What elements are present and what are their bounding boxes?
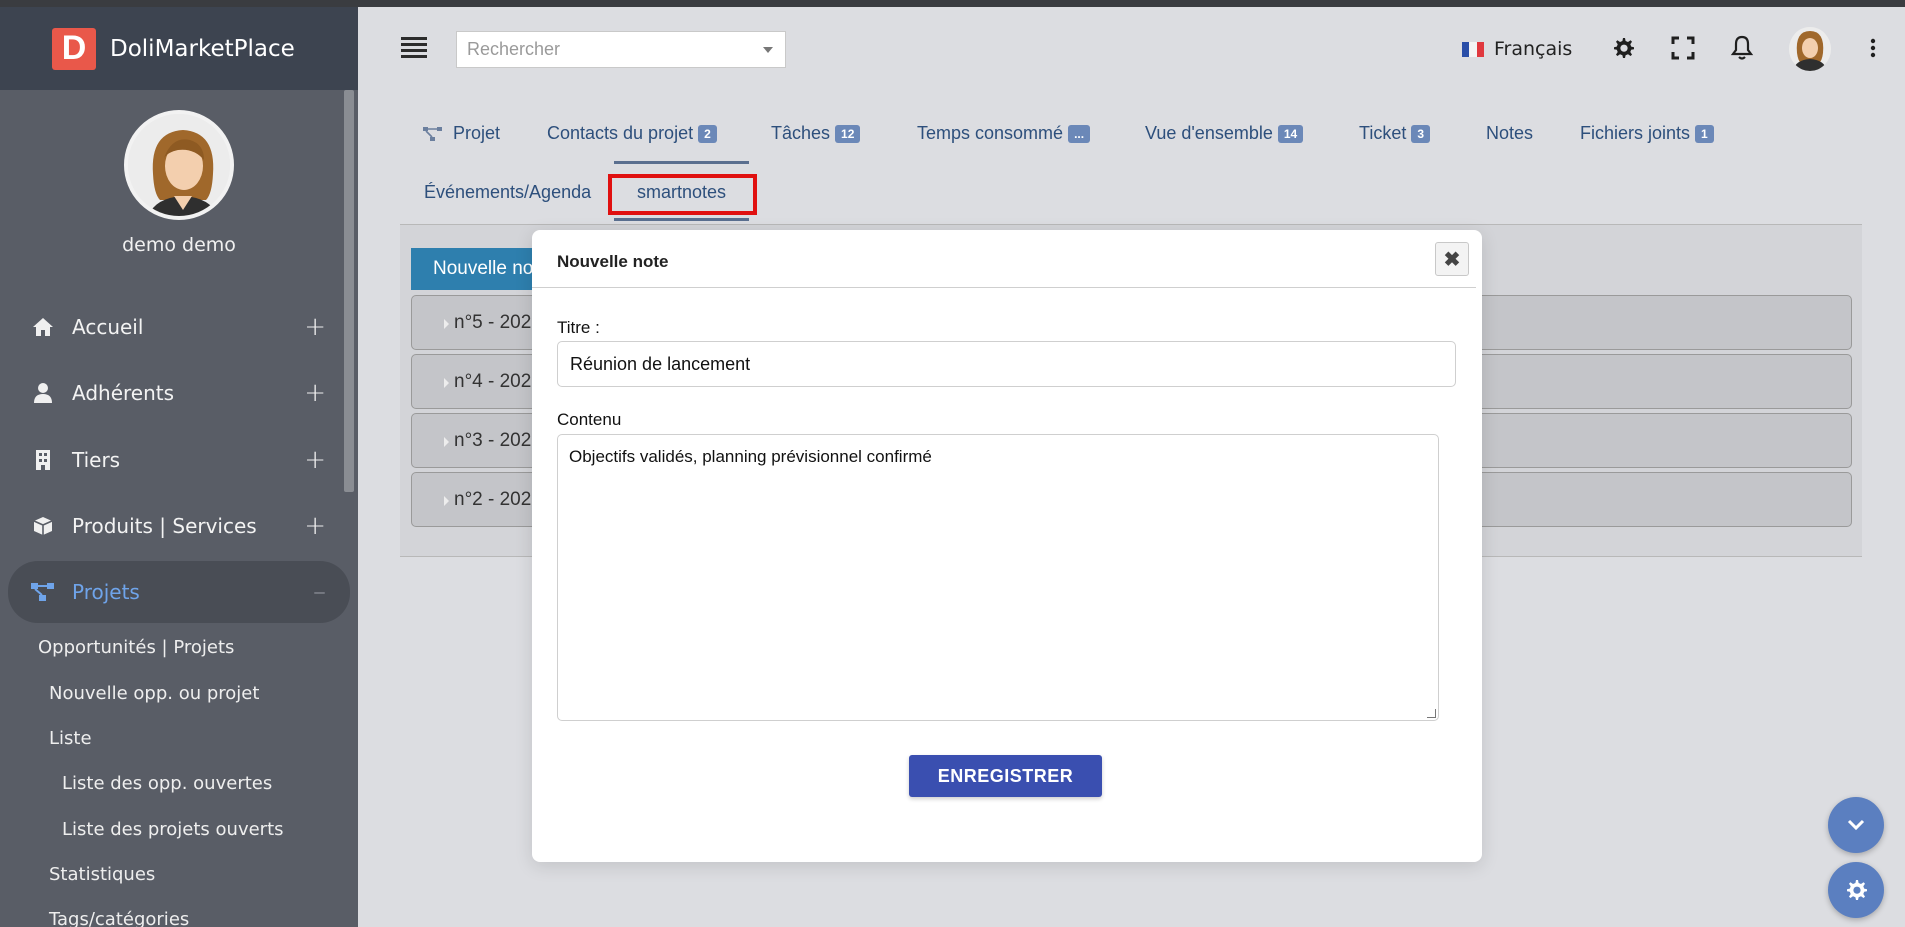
project-icon — [30, 582, 56, 602]
user-icon — [30, 383, 56, 403]
expand-icon[interactable]: + — [304, 312, 326, 342]
window-top-strip — [0, 0, 1905, 7]
content-text: Objectifs validés, planning prévisionnel… — [569, 447, 932, 466]
tab-evenements-agenda[interactable]: Événements/Agenda — [424, 182, 591, 203]
sidebar-item-adherents[interactable]: Adhérents + — [8, 362, 350, 424]
scroll-down-button[interactable] — [1828, 797, 1884, 853]
modal-header: Nouvelle note ✖ — [532, 230, 1476, 288]
settings-fab-button[interactable] — [1828, 862, 1884, 918]
tab-label: Vue d'ensemble — [1145, 123, 1273, 143]
kebab-menu-icon[interactable] — [1858, 33, 1888, 63]
count-badge: 14 — [1277, 124, 1304, 143]
save-button[interactable]: ENREGISTRER — [909, 755, 1102, 797]
content-textarea[interactable]: Objectifs validés, planning prévisionnel… — [557, 434, 1439, 721]
sidebar-subitem-opportunites[interactable]: Opportunités | Projets — [38, 637, 234, 658]
tab-label: Temps consommé — [917, 123, 1064, 143]
count-badge: 2 — [698, 124, 717, 143]
search-input[interactable]: Rechercher — [456, 31, 786, 68]
language-label: Français — [1494, 38, 1573, 60]
project-icon — [423, 126, 443, 142]
tab-notes[interactable]: Notes — [1486, 123, 1533, 144]
tab-vue-ensemble[interactable]: Vue d'ensemble 14 — [1145, 123, 1304, 144]
sidebar-subitem-liste[interactable]: Liste — [49, 728, 92, 749]
fullscreen-icon[interactable] — [1668, 33, 1698, 63]
expand-icon[interactable]: + — [304, 378, 326, 408]
sidebar-item-projets[interactable]: Projets – — [8, 561, 350, 623]
caret-right-icon — [444, 496, 449, 506]
tab-projet[interactable]: Projet — [423, 123, 500, 144]
french-flag-icon — [1462, 41, 1484, 57]
avatar[interactable] — [124, 110, 234, 220]
tab-label: Tâches — [771, 123, 831, 143]
tab-label: Projet — [453, 123, 501, 143]
sidebar-item-tiers[interactable]: Tiers + — [8, 429, 350, 491]
collapse-icon[interactable]: – — [313, 577, 326, 607]
expand-icon[interactable]: + — [304, 511, 326, 541]
tab-label: Fichiers joints — [1580, 123, 1691, 143]
sidebar-subitem-liste-projets-ouverts[interactable]: Liste des projets ouverts — [62, 819, 284, 840]
sidebar-item-label: Adhérents — [72, 381, 175, 405]
sidebar-item-produits-services[interactable]: Produits | Services + — [8, 495, 350, 557]
close-icon[interactable]: ✖ — [1435, 242, 1469, 276]
box-icon — [30, 516, 56, 536]
caret-right-icon — [444, 437, 449, 447]
count-badge: 1 — [1695, 124, 1714, 143]
gear-icon[interactable] — [1608, 33, 1638, 63]
tab-taches[interactable]: Tâches 12 — [771, 123, 861, 144]
tab-underline — [614, 161, 749, 164]
bell-icon[interactable] — [1727, 33, 1757, 63]
chevron-down-icon — [1847, 819, 1865, 831]
sidebar-subitem-liste-opp-ouvertes[interactable]: Liste des opp. ouvertes — [62, 773, 272, 794]
tab-label: Contacts du projet — [547, 123, 694, 143]
caret-right-icon — [444, 319, 449, 329]
note-row-label: n°5 - 202 — [454, 311, 532, 333]
title-field[interactable]: Réunion de lancement — [557, 341, 1456, 387]
count-badge: ... — [1068, 124, 1091, 143]
new-note-button[interactable]: Nouvelle note — [411, 248, 551, 290]
sidebar-item-label: Produits | Services — [72, 514, 257, 538]
sidebar-item-label: Accueil — [72, 315, 144, 339]
content-label: Contenu — [557, 410, 622, 429]
tab-fichiers-joints[interactable]: Fichiers joints 1 — [1580, 123, 1714, 144]
note-row-label: n°4 - 202 — [454, 370, 532, 392]
tab-contacts-du-projet[interactable]: Contacts du projet 2 — [547, 123, 717, 144]
tab-highlight-box — [608, 174, 757, 215]
hamburger-menu-icon[interactable] — [401, 37, 427, 58]
note-row-label: n°2 - 202 — [454, 488, 532, 510]
tab-label: Ticket — [1359, 123, 1407, 143]
user-name: demo demo — [122, 234, 236, 256]
dropdown-caret-icon — [763, 47, 773, 53]
note-row-label: n°3 - 202 — [454, 429, 532, 451]
language-selector[interactable]: Français — [1462, 38, 1572, 60]
tab-active-underline — [614, 218, 749, 221]
tab-ticket[interactable]: Ticket 3 — [1359, 123, 1431, 144]
resize-handle-icon[interactable] — [1427, 709, 1436, 718]
count-badge: 12 — [835, 124, 861, 143]
count-badge: 3 — [1411, 124, 1431, 143]
sidebar-subitem-tags[interactable]: Tags/catégories — [49, 909, 189, 927]
sidebar-subitem-nouvelle-opp[interactable]: Nouvelle opp. ou projet — [49, 683, 259, 704]
tab-label: Notes — [1486, 123, 1534, 143]
brand-name: DoliMarketPlace — [110, 35, 295, 62]
search-placeholder: Rechercher — [467, 39, 561, 59]
tab-label: Événements/Agenda — [424, 182, 592, 202]
expand-icon[interactable]: + — [304, 445, 326, 475]
modal-title: Nouvelle note — [557, 252, 669, 271]
tab-temps-consomme[interactable]: Temps consommé ... — [917, 123, 1091, 144]
title-label: Titre : — [557, 318, 600, 337]
new-note-modal: Nouvelle note ✖ Titre : Réunion de lance… — [532, 230, 1482, 862]
home-icon — [30, 317, 56, 337]
user-profile: demo demo — [0, 90, 358, 256]
gear-icon — [1847, 880, 1867, 900]
sidebar-item-label: Tiers — [72, 448, 121, 472]
user-avatar[interactable] — [1789, 27, 1831, 71]
caret-right-icon — [444, 378, 449, 388]
brand-logo: D — [52, 27, 96, 70]
brand-bar[interactable]: D DoliMarketPlace — [0, 7, 358, 90]
building-icon — [30, 450, 56, 470]
sidebar-subitem-statistiques[interactable]: Statistiques — [49, 864, 155, 885]
sidebar-item-label: Projets — [72, 580, 140, 604]
sidebar-item-accueil[interactable]: Accueil + — [8, 296, 350, 358]
